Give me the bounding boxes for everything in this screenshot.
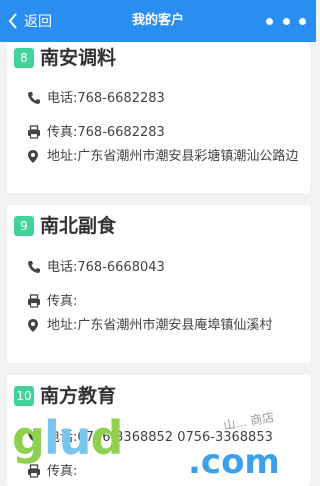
address-value: 广东省潮州市潮安县彩塘镇潮汕公路边 [77, 149, 299, 164]
more-icon [266, 17, 273, 25]
address-label: 地址: [47, 149, 78, 164]
phone-value: 768-6682283 [77, 91, 165, 106]
phone-row[interactable]: 电话:0756-3368852 0756-3368853 [27, 429, 304, 446]
customer-name: 南方教育 [40, 385, 117, 407]
location-pin-icon [27, 149, 41, 164]
fax-value: 768-6682283 [77, 125, 165, 140]
back-label: 返回 [24, 14, 52, 30]
phone-label: 电话: [47, 260, 78, 275]
phone-row[interactable]: 电话:768-6668043 [27, 259, 304, 276]
fax-row: 传真: [27, 463, 304, 480]
phone-icon [27, 430, 41, 445]
printer-icon [27, 294, 41, 309]
customer-card[interactable]: 10 南方教育 电话:0756-3368852 0756-3368853 传真: [7, 375, 310, 486]
customer-card[interactable]: 8 南安调料 电话:768-6682283 传真:768-6682283 地址:… [7, 42, 310, 193]
back-button[interactable]: 返回 [8, 0, 52, 42]
address-value: 广东省潮州市潮安县庵埠镇仙溪村 [77, 318, 273, 333]
chevron-left-icon [8, 13, 18, 29]
customer-card[interactable]: 9 南北副食 电话:768-6668043 传真: 地址:广东省潮州市潮安县庵埠… [7, 205, 310, 363]
customer-name: 南安调料 [40, 47, 117, 69]
index-badge: 9 [14, 216, 34, 236]
fax-label: 传真: [47, 294, 78, 309]
customer-card-header: 9 南北副食 [14, 214, 116, 238]
address-label: 地址: [47, 318, 78, 333]
phone-row[interactable]: 电话:768-6682283 [27, 90, 304, 107]
phone-icon [27, 91, 41, 106]
printer-icon [27, 125, 41, 140]
fax-row: 传真: [27, 293, 304, 310]
phone-value: 0756-3368852 0756-3368853 [77, 430, 273, 445]
address-row: 地址:广东省潮州市潮安县庵埠镇仙溪村 [27, 317, 304, 334]
customer-card-header: 8 南安调料 [14, 46, 116, 70]
customer-card-header: 10 南方教育 [14, 384, 116, 408]
top-nav-bar: 返回 我的客户 [0, 0, 316, 42]
fax-label: 传真: [47, 125, 78, 140]
phone-label: 电话: [47, 430, 78, 445]
more-button[interactable] [266, 0, 306, 42]
index-badge: 10 [14, 386, 34, 406]
phone-icon [27, 260, 41, 275]
customer-name: 南北副食 [40, 215, 117, 237]
location-pin-icon [27, 318, 41, 333]
index-badge: 8 [14, 48, 34, 68]
fax-label: 传真: [47, 464, 78, 479]
printer-icon [27, 464, 41, 479]
address-row: 地址:广东省潮州市潮安县彩塘镇潮汕公路边 [27, 148, 304, 165]
fax-row: 传真:768-6682283 [27, 124, 304, 141]
phone-label: 电话: [47, 91, 78, 106]
phone-value: 768-6668043 [77, 260, 165, 275]
